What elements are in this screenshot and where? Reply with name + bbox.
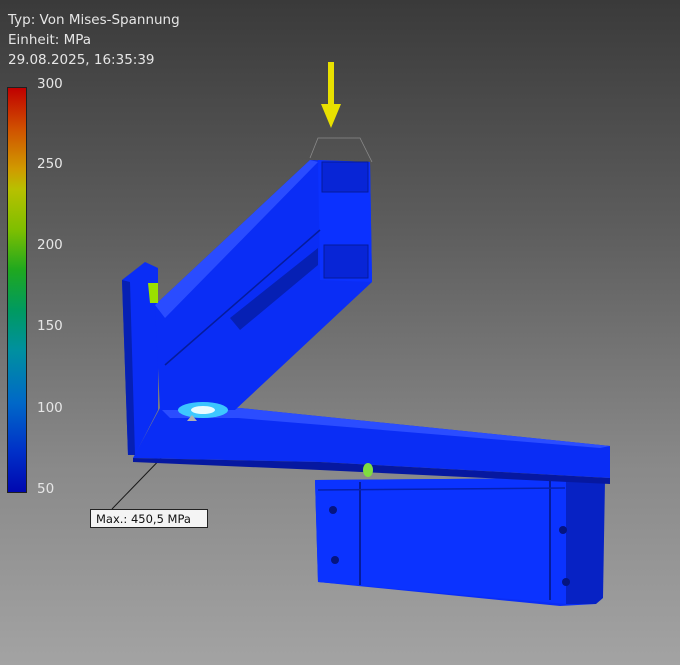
diagonal-arm <box>155 160 372 410</box>
stress-hotspot-core <box>191 406 215 414</box>
max-stress-probe[interactable]: Max.: 450,5 MPa <box>90 509 208 528</box>
model-viewport[interactable] <box>0 0 680 665</box>
stress-hotspot-mount <box>363 463 373 477</box>
mount-block <box>315 478 605 606</box>
load-arrow-icon[interactable] <box>321 62 341 128</box>
